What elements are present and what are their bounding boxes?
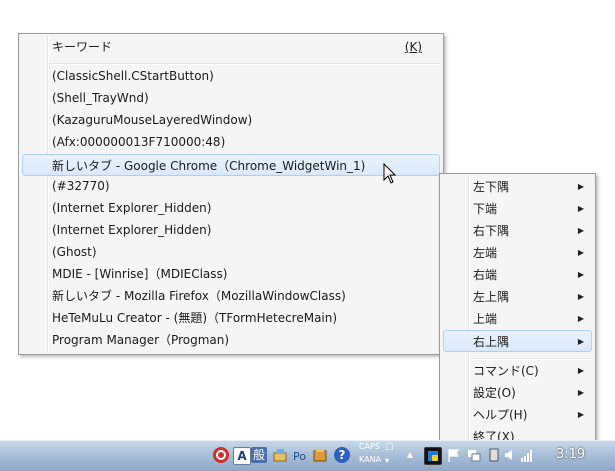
menu-item-label: (Afx:000000013F710000:48)	[52, 135, 226, 149]
menu-item-label: 左端	[473, 246, 498, 260]
menu-item-label: (Shell_TrayWnd)	[52, 91, 149, 105]
menu-item-window[interactable]: MDIE - [Winrise]（MDIEClass)	[22, 263, 440, 285]
display-tray-icon[interactable]	[424, 447, 442, 465]
menu-item-label: Program Manager（Progman)	[52, 333, 230, 347]
menu-item-label: 設定(O)	[473, 386, 516, 400]
mouse-cursor-icon	[383, 162, 397, 188]
menu-item-label: 下端	[473, 202, 498, 216]
menu-item-label: 右端	[473, 268, 498, 282]
volume-icon[interactable]	[503, 447, 519, 463]
menu-item-keyword[interactable]: キーワード (K)	[22, 36, 440, 58]
svg-text:Po: Po	[293, 450, 306, 463]
submenu-arrow-icon: ▶	[577, 182, 584, 191]
caps-indicator: CAPS	[359, 442, 380, 451]
menu-item-top-left[interactable]: 左上隅 ▶	[443, 286, 592, 308]
menu-item-window[interactable]: (#32770)	[22, 175, 440, 197]
menu-item-bottom-right[interactable]: 右下隅 ▶	[443, 220, 592, 242]
menu-item-label: MDIE - [Winrise]（MDIEClass)	[52, 267, 228, 281]
menu-item-label: HeTeMuLu Creator - (無題)（TFormHetecreMain…	[52, 311, 338, 325]
position-submenu: 左下隅 ▶ 下端 ▶ 右下隅 ▶ 左端 ▶ 右端 ▶ 左上隅 ▶ 上端 ▶ 右上隅 ▶ コマンド…	[439, 173, 596, 451]
menu-item-label: 新しいタブ - Mozilla Firefox（MozillaWindowCla…	[52, 289, 346, 303]
menu-item-label: (#32770)	[52, 179, 110, 193]
ime-tool-icon[interactable]	[272, 447, 288, 463]
submenu-arrow-icon: ▶	[577, 314, 584, 323]
menu-item-label: コマンド(C)	[473, 364, 539, 378]
accelerator-key: (K)	[404, 40, 422, 54]
menu-item-label: 右上隅	[473, 335, 510, 349]
chevron-down-icon[interactable]: ▾	[385, 456, 389, 465]
menu-item-label: (ClassicShell.CStartButton)	[52, 69, 214, 83]
menu-item-bottom[interactable]: 下端 ▶	[443, 198, 592, 220]
menu-item-top-right-highlighted[interactable]: 右上隅 ▶	[443, 330, 592, 352]
menu-item-window[interactable]: (Internet Explorer_Hidden)	[22, 219, 440, 241]
submenu-arrow-icon: ▶	[577, 388, 584, 397]
ime-dictionary-icon[interactable]	[312, 447, 328, 463]
menu-item-window[interactable]: Program Manager（Progman)	[22, 329, 440, 351]
submenu-arrow-icon: ▶	[577, 410, 584, 419]
menu-item-label: 右下隅	[473, 224, 510, 238]
menu-item-top[interactable]: 上端 ▶	[443, 308, 592, 330]
network-icon[interactable]	[466, 447, 482, 463]
menu-item-label: 上端	[473, 312, 498, 326]
submenu-arrow-icon: ▶	[577, 337, 584, 346]
submenu-arrow-icon: ▶	[577, 204, 584, 213]
tray-expand-icon[interactable]: ▴	[407, 447, 413, 461]
menu-item-window[interactable]: (KazaguruMouseLayeredWindow)	[22, 109, 440, 131]
device-icon[interactable]	[486, 447, 502, 463]
ime-mode-icon[interactable]: 般	[251, 447, 267, 463]
menu-item-window[interactable]: (Afx:000000013F710000:48)	[22, 131, 440, 153]
submenu-arrow-icon: ▶	[577, 366, 584, 375]
menu-item-label: (Ghost)	[52, 245, 97, 259]
menu-item-label: (KazaguruMouseLayeredWindow)	[52, 113, 253, 127]
window-list-menu: キーワード (K) (ClassicShell.CStartButton) (S…	[18, 33, 444, 355]
ime-options-icon[interactable]: ☐	[385, 443, 393, 453]
menu-item-command[interactable]: コマンド(C) ▶	[443, 360, 592, 382]
help-icon[interactable]: ?	[334, 447, 350, 463]
action-center-flag-icon[interactable]	[446, 447, 462, 463]
app-tray-icon[interactable]	[213, 447, 229, 463]
kana-indicator: KANA	[359, 455, 382, 464]
menu-item-window[interactable]: (ClassicShell.CStartButton)	[22, 65, 440, 87]
menu-item-label: キーワード	[52, 40, 113, 54]
menu-item-label: 左下隅	[473, 180, 510, 194]
menu-item-label: (Internet Explorer_Hidden)	[52, 201, 212, 215]
menu-item-help[interactable]: ヘルプ(H) ▶	[443, 404, 592, 426]
menu-item-right[interactable]: 右端 ▶	[443, 264, 592, 286]
menu-item-window[interactable]: (Ghost)	[22, 241, 440, 263]
menu-item-window[interactable]: (Shell_TrayWnd)	[22, 87, 440, 109]
ime-a-icon[interactable]: A	[233, 447, 251, 465]
ime-pad-icon[interactable]: Po	[292, 447, 308, 463]
taskbar: A 般 Po ? CAPS KANA ☐ ▾ ▴ 3:19	[0, 440, 615, 471]
submenu-arrow-icon: ▶	[577, 292, 584, 301]
menu-item-window[interactable]: HeTeMuLu Creator - (無題)（TFormHetecreMain…	[22, 307, 440, 329]
submenu-arrow-icon: ▶	[577, 226, 584, 235]
menu-item-bottom-left[interactable]: 左下隅 ▶	[443, 176, 592, 198]
menu-item-label: (Internet Explorer_Hidden)	[52, 223, 212, 237]
clock-time[interactable]: 3:19	[556, 447, 585, 462]
menu-item-left[interactable]: 左端 ▶	[443, 242, 592, 264]
menu-item-window[interactable]: 新しいタブ - Mozilla Firefox（MozillaWindowCla…	[22, 285, 440, 307]
signal-strength-icon[interactable]	[520, 447, 536, 463]
submenu-arrow-icon: ▶	[577, 248, 584, 257]
menu-item-window-highlighted[interactable]: 新しいタブ - Google Chrome（Chrome_WidgetWin_1…	[22, 154, 440, 176]
menu-item-settings[interactable]: 設定(O) ▶	[443, 382, 592, 404]
menu-item-label: 新しいタブ - Google Chrome（Chrome_WidgetWin_1…	[52, 159, 366, 173]
menu-item-window[interactable]: (Internet Explorer_Hidden)	[22, 197, 440, 219]
menu-item-label: 左上隅	[473, 290, 510, 304]
menu-item-label: ヘルプ(H)	[473, 408, 528, 422]
submenu-arrow-icon: ▶	[577, 270, 584, 279]
